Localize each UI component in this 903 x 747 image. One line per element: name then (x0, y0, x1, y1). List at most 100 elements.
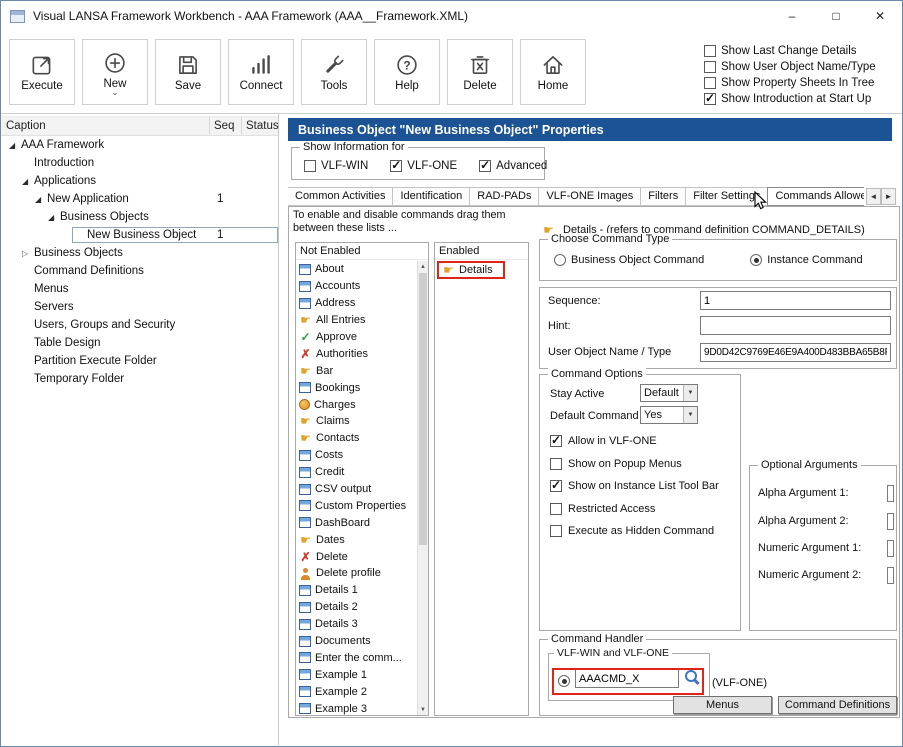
tab-common-activities[interactable]: Common Activities (288, 187, 393, 206)
tree-expander-icon[interactable] (22, 177, 34, 186)
toolbar-option[interactable]: Show Introduction at Start Up (704, 91, 896, 107)
command-item[interactable]: Custom Properties (296, 497, 417, 514)
home-button[interactable]: Home ⌄ (520, 39, 586, 105)
show-info-option[interactable]: Advanced (479, 158, 547, 174)
checkbox-icon[interactable] (550, 458, 562, 470)
alpha-argument-1-field[interactable] (887, 485, 894, 502)
tab-rad-pads[interactable]: RAD-PADs (469, 187, 539, 206)
checkbox-icon[interactable] (704, 61, 716, 73)
checkbox-icon[interactable] (550, 503, 562, 515)
checkbox-icon[interactable] (704, 77, 716, 89)
radio-icon[interactable] (554, 254, 566, 266)
tab-filters[interactable]: Filters (640, 187, 686, 206)
command-item[interactable]: Example 2 (296, 683, 417, 700)
tree-expander-icon[interactable] (22, 249, 34, 258)
command-item[interactable]: Claims (296, 413, 417, 430)
tree-row[interactable]: Users, Groups and Security (1, 316, 278, 334)
delete-button[interactable]: Delete ⌄ (447, 39, 513, 105)
checkbox-icon[interactable] (550, 525, 562, 537)
show-info-option[interactable]: VLF-ONE (390, 158, 457, 174)
command-item[interactable]: Details 2 (296, 599, 417, 616)
numeric-argument-1-field[interactable] (887, 540, 894, 557)
command-item[interactable]: Delete profile (296, 565, 417, 582)
tree-row[interactable]: Applications (1, 172, 278, 190)
tab-scroll-right-icon[interactable]: ► (881, 188, 896, 205)
tree-row[interactable]: Temporary Folder (1, 370, 278, 388)
tree-row[interactable]: Introduction (1, 154, 278, 172)
maximize-button[interactable]: □ (814, 1, 858, 31)
checkbox-icon[interactable] (479, 160, 491, 172)
save-button[interactable]: Save ⌄ (155, 39, 221, 105)
command-handler-radio[interactable] (558, 675, 570, 687)
chevron-down-icon[interactable]: ▼ (683, 385, 697, 401)
stay-active-dropdown[interactable]: Default ▼ (640, 384, 698, 402)
tree-expander-icon[interactable] (35, 195, 47, 204)
command-option-checkbox[interactable]: Show on Instance List Tool Bar (550, 475, 719, 498)
user-object-field[interactable] (700, 343, 891, 362)
checkbox-icon[interactable] (550, 480, 562, 492)
command-option-checkbox[interactable]: Allow in VLF-ONE (550, 430, 719, 453)
new-button[interactable]: New ⌄ (82, 39, 148, 105)
scroll-down-icon[interactable]: ▼ (418, 704, 428, 715)
execute-button[interactable]: Execute ⌄ (9, 39, 75, 105)
menus-button[interactable]: Menus (673, 696, 772, 714)
command-type-option[interactable]: Instance Command (750, 254, 862, 266)
numeric-argument-2-field[interactable] (887, 567, 894, 584)
command-option-checkbox[interactable]: Show on Popup Menus (550, 453, 719, 476)
connect-button[interactable]: Connect ⌄ (228, 39, 294, 105)
tree-row[interactable]: New Application 1 (1, 190, 278, 208)
magnifier-icon[interactable] (685, 670, 701, 686)
command-item[interactable]: Approve (296, 329, 417, 346)
tab-identification[interactable]: Identification (392, 187, 470, 206)
hint-field[interactable] (700, 316, 891, 335)
command-definitions-button[interactable]: Command Definitions (778, 696, 897, 714)
command-item[interactable]: CSV output (296, 481, 417, 498)
command-item[interactable]: Address (296, 295, 417, 312)
command-item[interactable]: Documents (296, 633, 417, 650)
tree-row[interactable]: AAA Framework (1, 136, 278, 154)
column-header-status[interactable]: Status (242, 117, 278, 135)
checkbox-icon[interactable] (304, 160, 316, 172)
toolbar-option[interactable]: Show User Object Name/Type (704, 59, 896, 75)
minimize-button[interactable]: – (770, 1, 814, 31)
command-item[interactable]: All Entries (296, 312, 417, 329)
command-item[interactable]: About (296, 261, 417, 278)
command-item[interactable]: Bar (296, 362, 417, 379)
scroll-up-icon[interactable]: ▲ (418, 261, 428, 272)
titlebar[interactable]: Visual LANSA Framework Workbench - AAA F… (1, 1, 902, 31)
column-header-caption[interactable]: Caption (1, 117, 210, 135)
command-item[interactable]: Details (437, 261, 505, 279)
tree-expander-icon[interactable] (48, 213, 60, 222)
tab-commands-allowed[interactable]: Commands Allowed (767, 187, 864, 206)
sequence-field[interactable] (700, 291, 891, 310)
checkbox-icon[interactable] (704, 93, 716, 105)
tab-scroll-left-icon[interactable]: ◄ (866, 188, 881, 205)
command-type-option[interactable]: Business Object Command (554, 254, 704, 266)
command-item[interactable]: Costs (296, 447, 417, 464)
checkbox-icon[interactable] (550, 435, 562, 447)
command-item[interactable]: Credit (296, 464, 417, 481)
checkbox-icon[interactable] (704, 45, 716, 57)
tools-button[interactable]: Tools ⌄ (301, 39, 367, 105)
tree-row[interactable]: Command Definitions (1, 262, 278, 280)
command-handler-input[interactable] (575, 669, 679, 688)
chevron-down-icon[interactable]: ▼ (683, 407, 697, 423)
help-button[interactable]: ? Help ⌄ (374, 39, 440, 105)
toolbar-option[interactable]: Show Property Sheets In Tree (704, 75, 896, 91)
scroll-thumb[interactable] (419, 273, 427, 545)
tree-row[interactable]: Menus (1, 280, 278, 298)
radio-icon[interactable] (750, 254, 762, 266)
command-option-checkbox[interactable]: Execute as Hidden Command (550, 520, 719, 543)
tree-row[interactable]: Business Objects (1, 244, 278, 262)
command-item[interactable]: Details 3 (296, 616, 417, 633)
vertical-scrollbar[interactable]: ▲ ▼ (417, 261, 428, 715)
command-item[interactable]: Delete (296, 548, 417, 565)
tree-row[interactable]: Table Design (1, 334, 278, 352)
tree-expander-icon[interactable] (9, 141, 21, 150)
show-info-option[interactable]: VLF-WIN (304, 158, 368, 174)
command-item[interactable]: DashBoard (296, 514, 417, 531)
command-item[interactable]: Contacts (296, 430, 417, 447)
default-command-dropdown[interactable]: Yes ▼ (640, 406, 698, 424)
column-header-seq[interactable]: Seq (210, 117, 242, 135)
command-option-checkbox[interactable]: Restricted Access (550, 498, 719, 521)
